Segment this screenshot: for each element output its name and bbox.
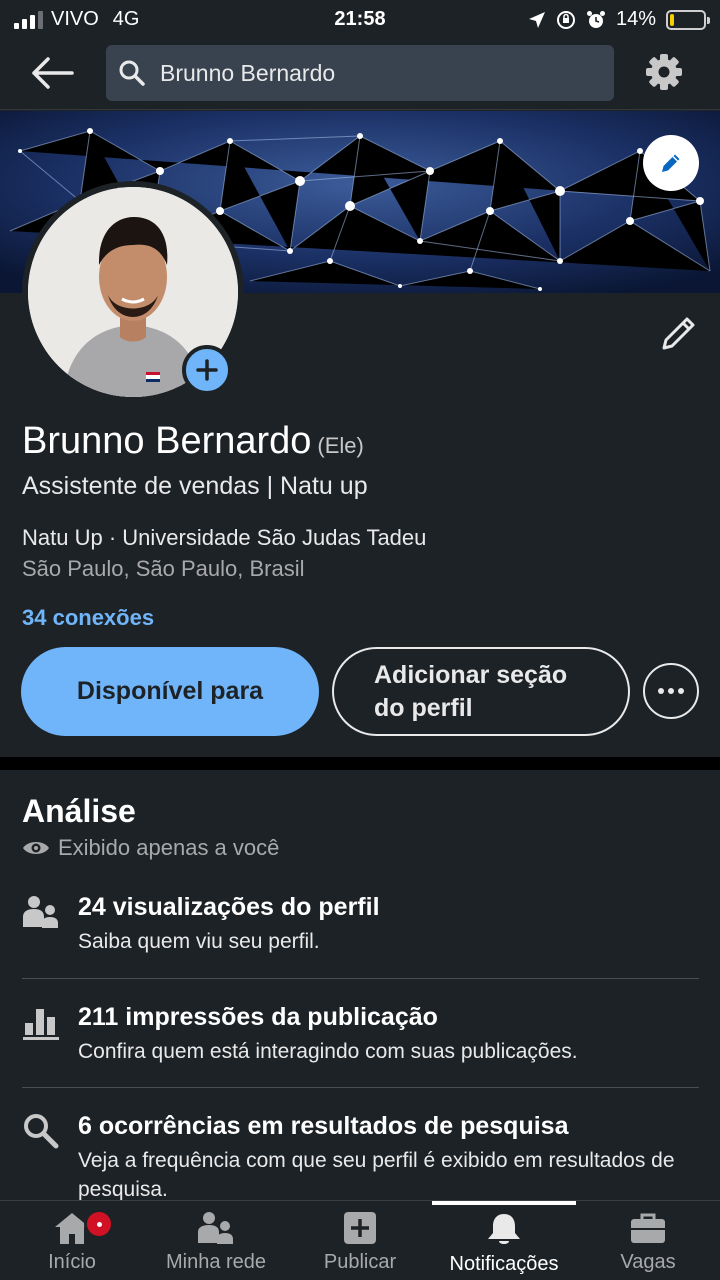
search-icon: [24, 1114, 59, 1149]
nav-jobs[interactable]: Vagas: [576, 1201, 720, 1280]
gear-icon: [646, 54, 682, 90]
location-arrow-icon: [528, 11, 545, 28]
pronoun: (Ele): [317, 433, 364, 458]
open-to-button[interactable]: Disponível para: [21, 647, 319, 736]
bell-icon: [488, 1214, 520, 1244]
post-impressions-item[interactable]: 211 impressões da publicação Confira que…: [22, 1003, 700, 1073]
add-profile-section-button[interactable]: Adicionar seção do perfil: [332, 647, 630, 736]
item-title: 211 impressões da publicação: [78, 1003, 438, 1031]
section-divider: [0, 757, 720, 770]
item-subtitle: Veja a frequência com que seu perfil é e…: [78, 1149, 675, 1201]
item-subtitle: Confira quem está interagindo com suas p…: [78, 1040, 578, 1063]
profile-name-row: Brunno Bernardo (Ele): [22, 420, 364, 463]
status-bar: VIVO 4G 21:58 14%: [0, 0, 720, 40]
profile-name: Brunno Bernardo: [22, 420, 312, 462]
add-photo-button[interactable]: [182, 345, 232, 395]
private-note-text: Exibido apenas a você: [58, 835, 280, 860]
search-appearances-item[interactable]: 6 ocorrências em resultados de pesquisa …: [22, 1112, 700, 1202]
rotation-lock-icon: [556, 10, 575, 29]
network-icon: [198, 1212, 233, 1244]
nav-home[interactable]: Início: [0, 1201, 144, 1280]
back-button[interactable]: [30, 54, 76, 92]
nav-label: Vagas: [620, 1251, 676, 1273]
item-subtitle: Saiba quem viu seu perfil.: [78, 930, 320, 953]
briefcase-icon: [631, 1213, 665, 1243]
plus-icon: [196, 359, 218, 381]
bottom-nav: Início Minha rede Publicar Notificações …: [0, 1200, 720, 1280]
top-bar: Brunno Bernardo: [0, 40, 720, 110]
search-icon: [119, 60, 145, 86]
edit-cover-button[interactable]: [643, 135, 699, 191]
status-right: 14%: [528, 8, 710, 31]
nav-notifications[interactable]: Notificações: [432, 1201, 576, 1280]
search-query: Brunno Bernardo: [160, 59, 336, 86]
settings-button[interactable]: [644, 52, 684, 92]
eye-icon: [23, 842, 49, 854]
nav-label: Início: [48, 1251, 96, 1273]
item-title: 6 ocorrências em resultados de pesquisa: [78, 1112, 569, 1140]
pencil-icon: [662, 154, 680, 172]
connections-link[interactable]: 34 conexões: [22, 605, 154, 631]
notification-badge: [84, 1209, 114, 1239]
battery-icon: [666, 9, 710, 30]
nav-label: Notificações: [449, 1253, 559, 1275]
edit-intro-button[interactable]: [656, 312, 700, 356]
list-divider: [22, 978, 699, 979]
profile-location: São Paulo, São Paulo, Brasil: [22, 556, 305, 581]
profile-organizations[interactable]: Natu Up · Universidade São Judas Tadeu: [22, 525, 426, 551]
alarm-icon: [586, 10, 605, 28]
add-section-label: Adicionar seção do perfil: [374, 660, 568, 722]
analytics-title: Análise: [22, 793, 136, 829]
nav-label: Publicar: [323, 1251, 397, 1273]
list-divider: [22, 1087, 699, 1088]
nav-label: Minha rede: [165, 1251, 267, 1273]
more-button[interactable]: [643, 663, 699, 719]
profile-headline: Assistente de vendas | Natu up: [22, 472, 368, 500]
plus-square-icon: [344, 1212, 376, 1244]
people-icon: [23, 896, 58, 928]
item-title: 24 visualizações do perfil: [78, 893, 380, 921]
bar-chart-icon: [23, 1009, 59, 1040]
private-note: Exibido apenas a você: [22, 835, 279, 861]
pencil-icon: [662, 317, 695, 350]
profile-views-item[interactable]: 24 visualizações do perfil Saiba quem vi…: [22, 893, 700, 963]
arrow-left-icon: [32, 57, 74, 89]
search-input[interactable]: Brunno Bernardo: [106, 45, 614, 101]
battery-percent: 14%: [615, 8, 656, 30]
ellipsis-icon: [658, 688, 684, 694]
nav-post[interactable]: Publicar: [288, 1201, 432, 1280]
nav-my-network[interactable]: Minha rede: [144, 1201, 288, 1280]
